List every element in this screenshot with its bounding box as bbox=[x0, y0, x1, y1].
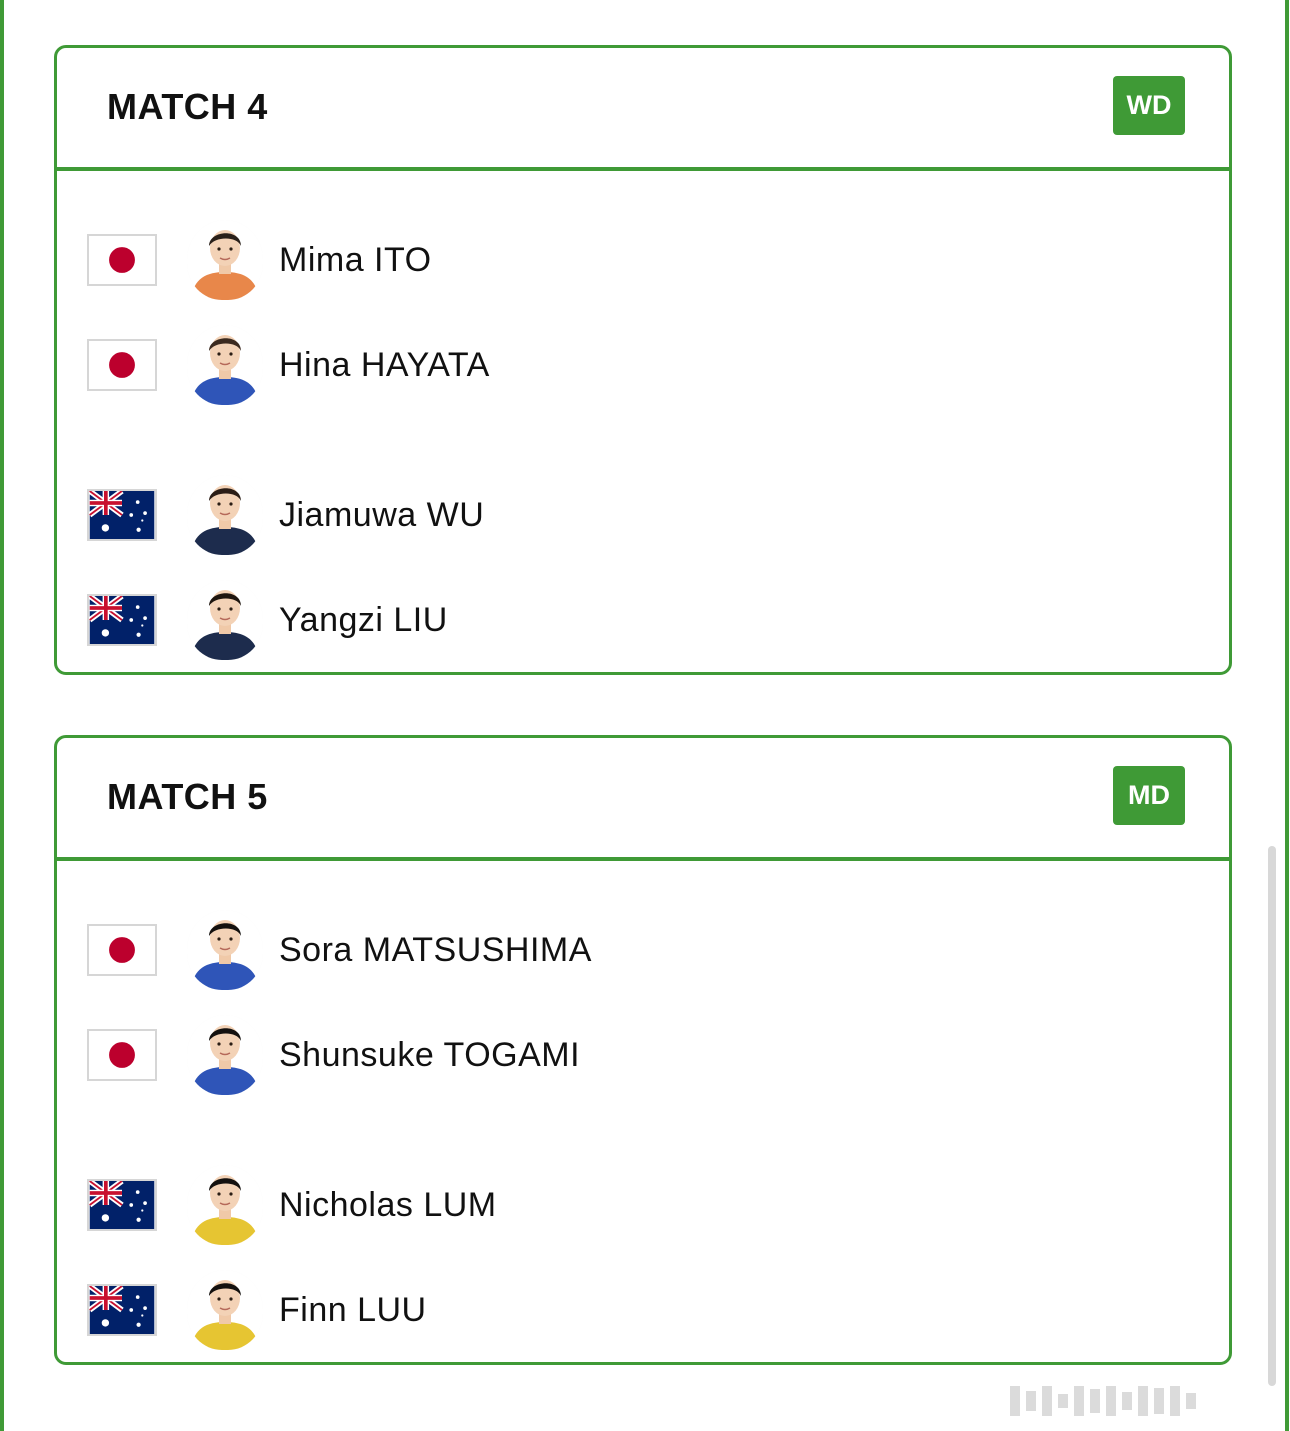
match-title: MATCH 5 bbox=[107, 776, 268, 817]
match-header: MATCH 4 WD bbox=[57, 48, 1229, 171]
player-name[interactable]: Sora MATSUSHIMA bbox=[279, 931, 592, 970]
japan-flag-icon bbox=[87, 234, 157, 286]
player-avatar bbox=[187, 1165, 263, 1245]
player-name[interactable]: Yangzi LIU bbox=[279, 601, 448, 640]
player-name[interactable]: Finn LUU bbox=[279, 1291, 427, 1330]
player-name[interactable]: Hina HAYATA bbox=[279, 346, 490, 385]
player-row[interactable]: Finn LUU bbox=[57, 1260, 1229, 1360]
japan-flag-icon bbox=[87, 924, 157, 976]
australia-flag-icon bbox=[87, 489, 157, 541]
match-header: MATCH 5 MD bbox=[57, 738, 1229, 861]
player-row[interactable]: Mima ITO bbox=[57, 210, 1229, 310]
player-row[interactable]: Jiamuwa WU bbox=[57, 465, 1229, 565]
australia-flag-icon bbox=[87, 1284, 157, 1336]
player-avatar bbox=[187, 475, 263, 555]
player-row[interactable]: Hina HAYATA bbox=[57, 315, 1229, 415]
event-type-badge: WD bbox=[1113, 76, 1185, 135]
japan-flag-icon bbox=[87, 339, 157, 391]
player-name[interactable]: Mima ITO bbox=[279, 241, 432, 280]
scrollbar[interactable] bbox=[1268, 846, 1276, 1386]
player-name[interactable]: Jiamuwa WU bbox=[279, 496, 484, 535]
player-avatar bbox=[187, 580, 263, 660]
player-row[interactable]: Shunsuke TOGAMI bbox=[57, 1005, 1229, 1105]
player-avatar bbox=[187, 220, 263, 300]
japan-flag-icon bbox=[87, 1029, 157, 1081]
player-avatar bbox=[187, 910, 263, 990]
player-name[interactable]: Shunsuke TOGAMI bbox=[279, 1036, 580, 1075]
watermark bbox=[1010, 1384, 1280, 1418]
australia-flag-icon bbox=[87, 1179, 157, 1231]
event-type-badge: MD bbox=[1113, 766, 1185, 825]
match-title: MATCH 4 bbox=[107, 86, 268, 127]
left-frame-border bbox=[0, 0, 4, 1431]
match-card-4: MATCH 4 WD Mima ITO Hina HAYATA Jiamuwa … bbox=[54, 45, 1232, 675]
match-card-5: MATCH 5 MD Sora MATSUSHIMA Shunsuke TOGA… bbox=[54, 735, 1232, 1365]
player-avatar bbox=[187, 325, 263, 405]
player-row[interactable]: Nicholas LUM bbox=[57, 1155, 1229, 1255]
player-row[interactable]: Yangzi LIU bbox=[57, 570, 1229, 670]
player-name[interactable]: Nicholas LUM bbox=[279, 1186, 497, 1225]
australia-flag-icon bbox=[87, 594, 157, 646]
player-row[interactable]: Sora MATSUSHIMA bbox=[57, 900, 1229, 1000]
player-avatar bbox=[187, 1015, 263, 1095]
right-frame-border bbox=[1285, 0, 1289, 1431]
player-avatar bbox=[187, 1270, 263, 1350]
